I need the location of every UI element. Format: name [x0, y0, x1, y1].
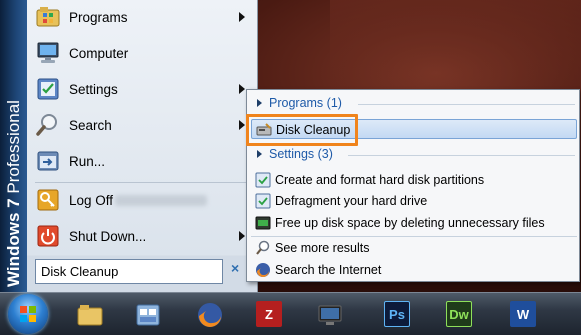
menu-item-label: Programs: [69, 9, 128, 25]
photoshop-icon: Ps: [384, 301, 410, 327]
control-panel-icon: [134, 301, 162, 329]
results-group-settings[interactable]: Settings (3): [253, 146, 575, 164]
menu-item-label: Computer: [69, 45, 129, 61]
group-header-label: Settings (3): [269, 147, 333, 161]
expand-arrow-icon: [257, 99, 262, 107]
result-defragment[interactable]: Defragment your hard drive: [251, 191, 577, 211]
firefox-icon: [196, 301, 224, 329]
menu-item-log-off[interactable]: Log Off: [27, 184, 257, 216]
result-label: See more results: [275, 241, 370, 255]
taskbar-dreamweaver[interactable]: Dw: [432, 295, 486, 335]
submenu-arrow-icon: [239, 12, 245, 22]
taskbar-control-panel[interactable]: [120, 295, 174, 335]
start-button-orb-icon[interactable]: [8, 294, 48, 334]
redacted-username: [115, 195, 207, 206]
result-label: Defragment your hard drive: [275, 194, 428, 208]
firefox-icon: [255, 262, 271, 278]
folder-icon: [76, 301, 104, 329]
control-panel-icon: [255, 172, 271, 188]
taskbar: Z Ps Dw W: [0, 292, 581, 335]
menu-item-programs[interactable]: Programs: [27, 1, 257, 33]
menu-item-label: Run...: [69, 153, 106, 169]
search-magnifier-icon: [35, 112, 61, 138]
disk-space-icon: [255, 215, 271, 231]
taskbar-filezilla[interactable]: Z: [242, 295, 296, 335]
start-search-input[interactable]: Disk Cleanup: [35, 259, 223, 284]
start-search-row: Disk Cleanup ×: [27, 256, 257, 293]
result-label: Create and format hard disk partitions: [275, 173, 485, 187]
key-icon: [35, 187, 61, 213]
see-more-results-link[interactable]: See more results: [251, 238, 577, 258]
submenu-arrow-icon: [239, 231, 245, 241]
dreamweaver-icon: Dw: [446, 301, 472, 327]
expand-arrow-icon: [257, 150, 262, 158]
os-banner: Windows 7 Professional: [0, 0, 27, 293]
settings-control-panel-icon: [35, 76, 61, 102]
results-divider: [251, 236, 577, 237]
menu-item-settings[interactable]: Settings: [27, 73, 257, 105]
menu-item-label: Shut Down...: [69, 228, 147, 244]
computer-icon: [35, 40, 61, 66]
menu-item-label: Settings: [69, 81, 118, 97]
result-label: Search the Internet: [275, 263, 382, 277]
clear-search-icon[interactable]: ×: [231, 260, 239, 276]
submenu-arrow-icon: [239, 84, 245, 94]
annotation-highlight-box: [246, 114, 358, 146]
menu-item-run[interactable]: Run...: [27, 145, 257, 177]
taskbar-word[interactable]: W: [496, 295, 550, 335]
programs-folder-icon: [35, 4, 61, 30]
result-create-format-partitions[interactable]: Create and format hard disk partitions: [251, 170, 577, 190]
power-icon: [35, 223, 61, 249]
control-panel-icon: [255, 193, 271, 209]
submenu-arrow-icon: [239, 120, 245, 130]
menu-item-shut-down[interactable]: Shut Down...: [27, 220, 257, 252]
search-magnifier-icon: [255, 240, 271, 256]
result-free-disk-space[interactable]: Free up disk space by deleting unnecessa…: [251, 213, 577, 233]
menu-item-computer[interactable]: Computer: [27, 37, 257, 69]
monitor-icon: [316, 301, 344, 329]
menu-divider: [35, 182, 249, 183]
group-header-rule: [358, 104, 575, 105]
menu-item-label: Log Off: [69, 192, 114, 208]
taskbar-photoshop[interactable]: Ps: [370, 295, 424, 335]
word-icon: W: [510, 301, 536, 327]
start-menu: Windows 7 Professional Programs Computer…: [0, 0, 258, 293]
taskbar-file-explorer[interactable]: [62, 295, 116, 335]
taskbar-monitor-app[interactable]: [302, 295, 356, 335]
menu-item-search[interactable]: Search: [27, 109, 257, 141]
result-label: Free up disk space by deleting unnecessa…: [275, 216, 545, 230]
group-header-label: Programs (1): [269, 96, 342, 110]
start-menu-items: Programs Computer Settings Search Run...…: [27, 0, 257, 255]
search-internet-link[interactable]: Search the Internet: [251, 260, 577, 280]
filezilla-icon: Z: [256, 301, 282, 327]
group-header-rule: [348, 155, 575, 156]
run-icon: [35, 148, 61, 174]
menu-item-label: Search: [69, 117, 112, 133]
results-group-programs[interactable]: Programs (1): [253, 95, 575, 113]
os-banner-text: Windows 7 Professional: [4, 100, 23, 287]
taskbar-firefox[interactable]: [182, 295, 236, 335]
